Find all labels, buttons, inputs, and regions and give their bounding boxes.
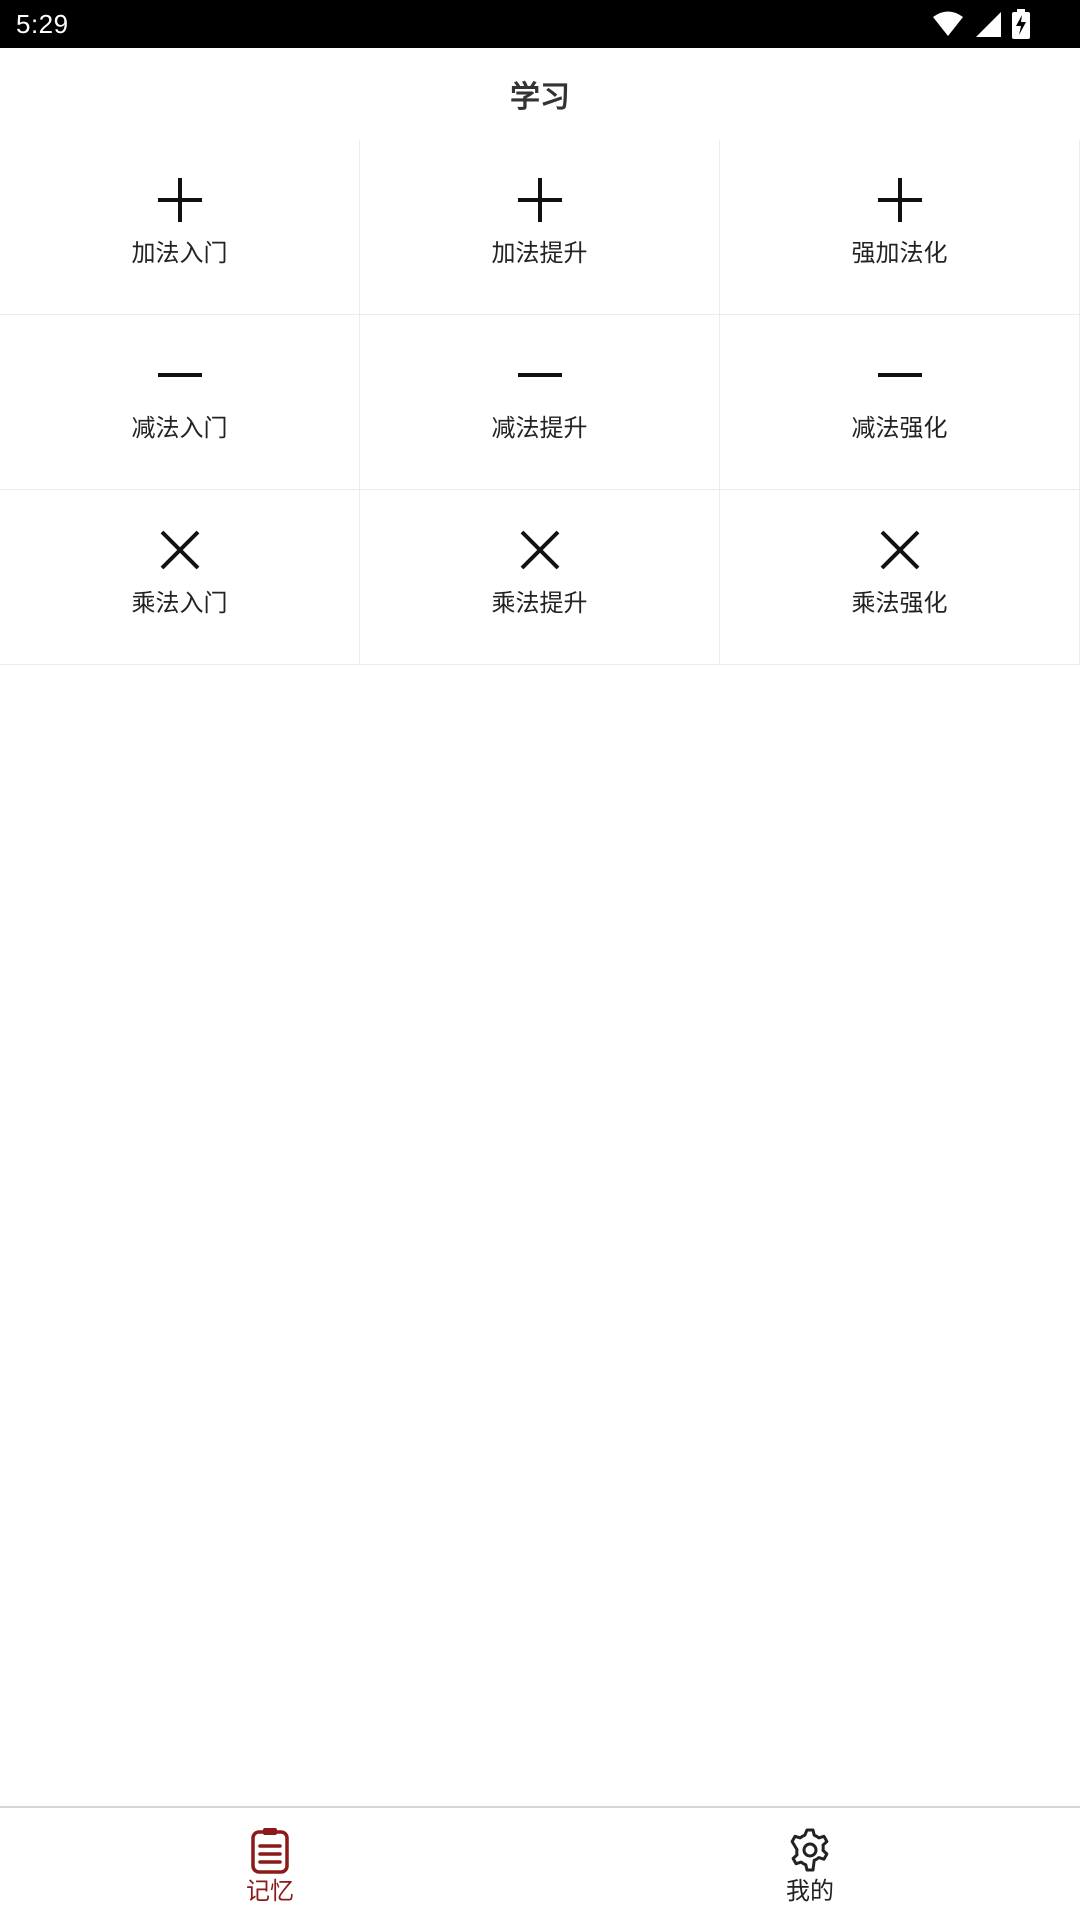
nav-label-mine: 我的 [786,1877,834,1905]
multiply-icon [880,530,919,570]
grid-item-label: 乘法强化 [851,589,948,617]
grid-item-multiplication-intro[interactable]: 乘法入门 [0,490,360,665]
page-title: 学习 [510,80,570,115]
grid-item-subtraction-strengthen[interactable]: 减法强化 [720,315,1080,490]
grid-item-addition-intro[interactable]: 加法入门 [0,140,360,315]
status-icons [932,9,1030,39]
grid-item-subtraction-advance[interactable]: 减法提升 [360,315,720,490]
grid-item-label: 乘法提升 [491,589,588,617]
nav-item-mine[interactable]: 我的 [540,1808,1080,1920]
module-grid: 加法入门 加法提升 强加法化 减法入门 减法提升 减法强化 乘法入门 乘法提升 … [0,140,1080,665]
grid-item-label: 加法入门 [131,239,228,267]
signal-icon [976,12,1001,37]
minus-icon [157,373,202,377]
minus-icon [517,373,562,377]
bottom-nav: 记忆 我的 [0,1806,1080,1920]
nav-label-memory: 记忆 [246,1877,294,1905]
multiply-icon [520,530,559,570]
grid-item-label: 减法提升 [491,414,588,442]
gear-icon [790,1828,829,1872]
multiply-icon [160,530,199,570]
grid-item-label: 强加法化 [851,239,948,267]
grid-item-addition-advance[interactable]: 加法提升 [360,140,720,315]
plus-icon [517,178,562,222]
plus-icon [877,178,922,222]
grid-item-label: 加法提升 [491,239,588,267]
grid-item-multiplication-strengthen[interactable]: 乘法强化 [720,490,1080,665]
title-bar: 学习 [0,48,1080,142]
wifi-icon [933,11,963,36]
grid-item-label: 乘法入门 [131,589,228,617]
grid-item-label: 减法入门 [131,414,228,442]
grid-item-multiplication-advance[interactable]: 乘法提升 [360,490,720,665]
plus-icon [157,178,202,222]
battery-charging-icon [1012,9,1030,39]
status-time: 5:29 [16,9,69,39]
status-bar: 5:29 [0,0,1080,48]
grid-item-label: 减法强化 [851,414,948,442]
nav-item-memory[interactable]: 记忆 [0,1808,540,1920]
screen: 5:29 学习 加法入门 加法提升 强加法化 减法入门 减法提升 减法强化 乘法… [0,0,1080,1920]
clipboard-icon [251,1828,289,1874]
grid-item-addition-strengthen[interactable]: 强加法化 [720,140,1080,315]
grid-item-subtraction-intro[interactable]: 减法入门 [0,315,360,490]
minus-icon [877,373,922,377]
